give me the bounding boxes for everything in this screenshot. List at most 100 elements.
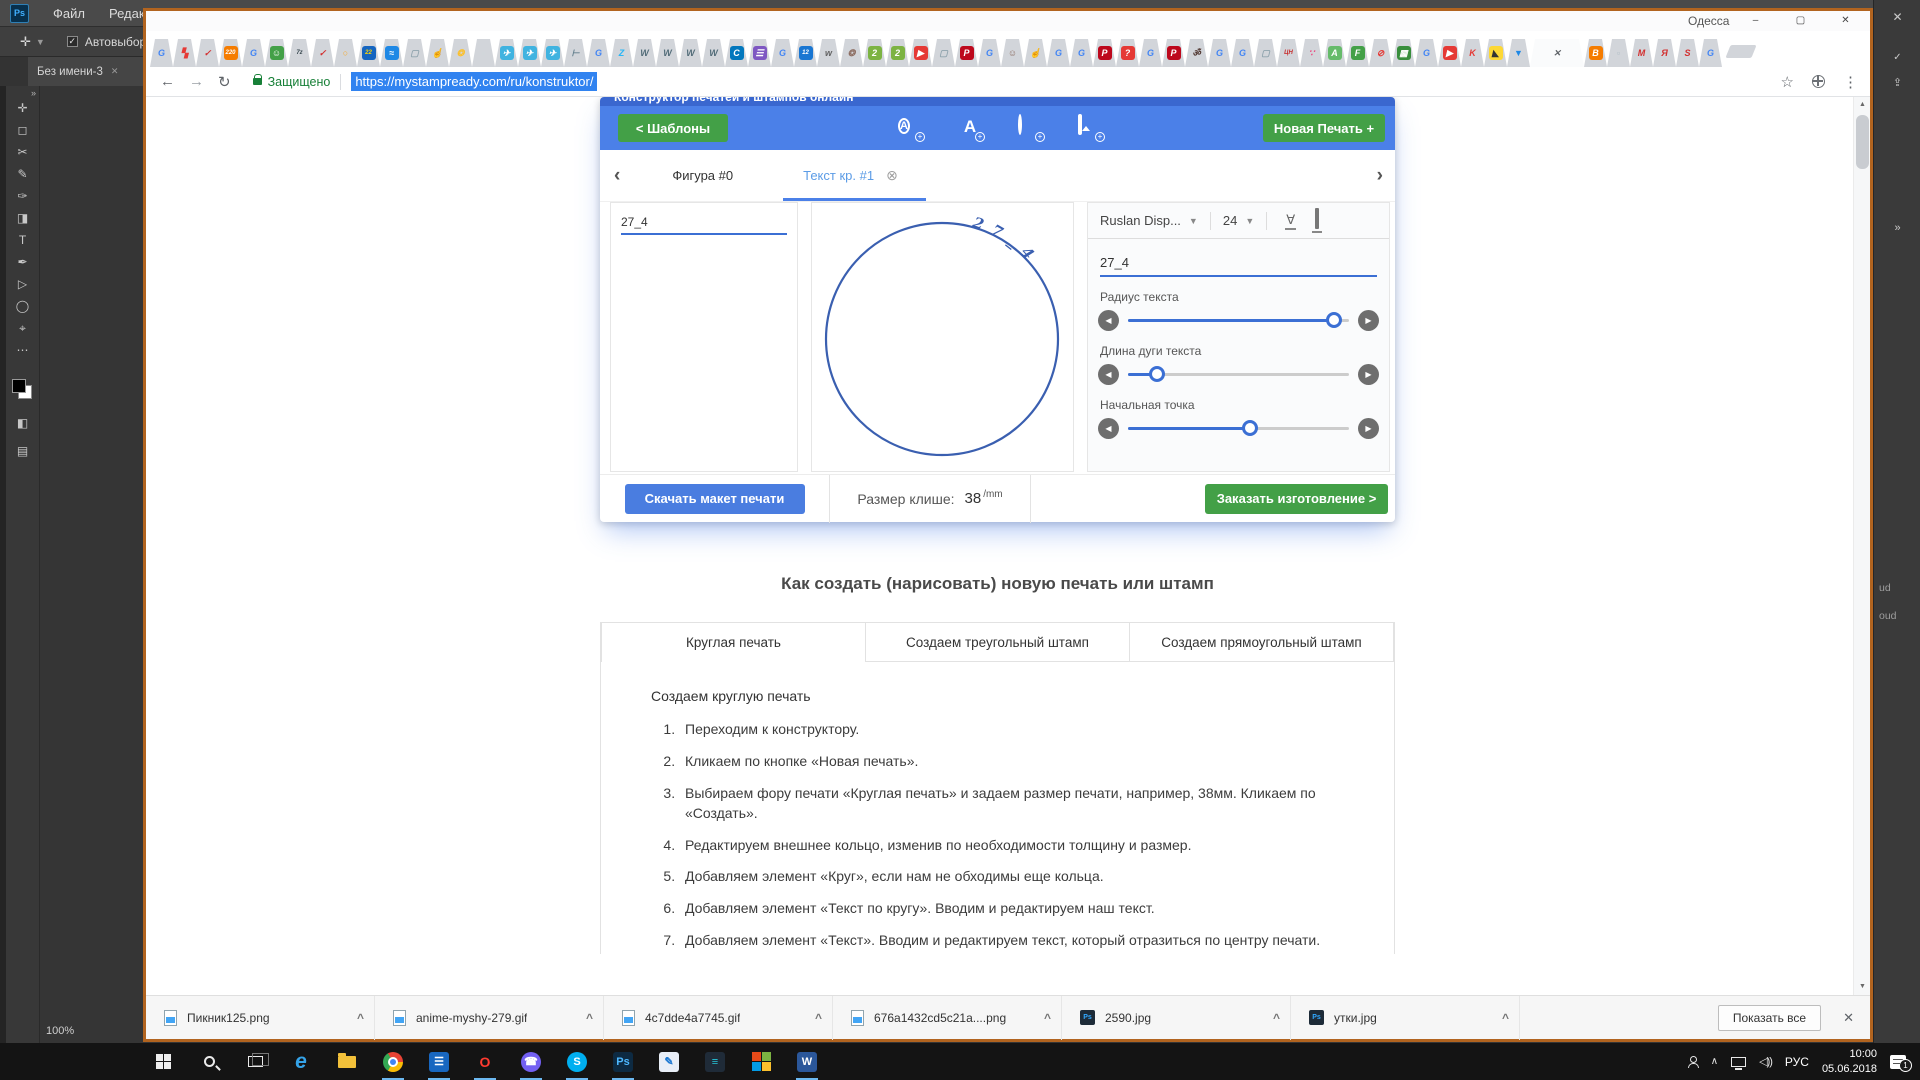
slider-decrease-button[interactable]: ◀ bbox=[1098, 418, 1119, 439]
browser-tab[interactable]: 22 bbox=[357, 39, 380, 67]
browser-tab[interactable]: ✈ bbox=[518, 39, 541, 67]
browser-tab[interactable]: 12 bbox=[794, 39, 817, 67]
browser-tab[interactable]: 2 bbox=[863, 39, 886, 67]
browser-tab[interactable]: ❂ bbox=[449, 39, 472, 67]
color-swatch[interactable] bbox=[11, 378, 35, 402]
browser-tab[interactable]: A bbox=[1323, 39, 1346, 67]
bookmark-star-icon[interactable]: ☆ bbox=[1781, 73, 1794, 91]
slider-track[interactable] bbox=[1128, 373, 1349, 376]
hidden-icons-chevron[interactable]: ∧ bbox=[1711, 1056, 1718, 1067]
browser-tab[interactable]: ▫ bbox=[472, 39, 495, 67]
browser-tab[interactable]: ✓ bbox=[311, 39, 334, 67]
browser-tab[interactable]: w bbox=[817, 39, 840, 67]
browser-tab[interactable]: W bbox=[633, 39, 656, 67]
ps-tool-icon[interactable]: ✒ bbox=[17, 256, 27, 268]
autoselect-checkbox[interactable]: ✓ bbox=[67, 36, 78, 47]
slider-track[interactable] bbox=[1128, 427, 1349, 430]
taskbar-office-icon[interactable] bbox=[738, 1043, 784, 1080]
browser-tab[interactable]: P bbox=[1162, 39, 1185, 67]
browser-tab[interactable]: М bbox=[1630, 39, 1653, 67]
close-button[interactable]: ✕ bbox=[1823, 11, 1868, 31]
add-circle-icon[interactable]: + bbox=[1018, 116, 1042, 140]
browser-tab[interactable]: G bbox=[1070, 39, 1093, 67]
download-menu-chevron[interactable]: ^ bbox=[1502, 1011, 1509, 1025]
browser-tab[interactable]: K bbox=[1461, 39, 1484, 67]
browser-tab[interactable]: ▢ bbox=[1254, 39, 1277, 67]
scroll-up-icon[interactable]: ▲ bbox=[1854, 97, 1870, 113]
download-menu-chevron[interactable]: ^ bbox=[815, 1011, 822, 1025]
browser-tab[interactable]: G bbox=[1415, 39, 1438, 67]
browser-tab[interactable]: ✓ bbox=[196, 39, 219, 67]
chevron-down-icon[interactable]: ▼ bbox=[1245, 216, 1254, 226]
download-item[interactable]: Ps2590.jpg^ bbox=[1062, 996, 1291, 1040]
ps-tool-icon[interactable]: ⋯ bbox=[17, 344, 29, 356]
taskbar-paint-icon[interactable]: ✎ bbox=[646, 1043, 692, 1080]
font-size-select[interactable]: 24 bbox=[1223, 213, 1237, 228]
browser-tab[interactable]: ▫ bbox=[1607, 39, 1630, 67]
browser-tab[interactable]: ☝ bbox=[426, 39, 449, 67]
taskbar-dev-app-icon[interactable]: ≡ bbox=[692, 1043, 738, 1080]
howto-tab[interactable]: Круглая печать bbox=[601, 622, 866, 662]
ps-tool-icon[interactable]: ✛ bbox=[17, 102, 27, 114]
browser-tab[interactable]: ☺ bbox=[1001, 39, 1024, 67]
taskbar-opera-icon[interactable]: O bbox=[462, 1043, 508, 1080]
taskbar-onenote-icon[interactable]: ☰ bbox=[416, 1043, 462, 1080]
add-image-icon[interactable]: + bbox=[1078, 116, 1102, 140]
taskbar-start-icon[interactable] bbox=[140, 1043, 186, 1080]
howto-tab[interactable]: Создаем прямоугольный штамп bbox=[1130, 622, 1394, 662]
add-circular-text-icon[interactable]: A+ bbox=[898, 116, 922, 140]
browser-tab[interactable]: ✈ bbox=[541, 39, 564, 67]
collapse-panel-icon[interactable]: » bbox=[1874, 222, 1920, 234]
browser-tab[interactable]: ⊢ bbox=[564, 39, 587, 67]
slider-increase-button[interactable]: ▶ bbox=[1358, 418, 1379, 439]
slider-thumb[interactable] bbox=[1326, 312, 1342, 328]
slider-decrease-button[interactable]: ◀ bbox=[1098, 364, 1119, 385]
tab-figure[interactable]: Фигура #0 bbox=[672, 168, 733, 183]
close-shelf-icon[interactable]: ✕ bbox=[1843, 1010, 1854, 1026]
url-input[interactable]: https://mystampready.com/ru/konstruktor/ bbox=[351, 72, 597, 91]
minimize-button[interactable]: – bbox=[1733, 11, 1778, 31]
slider[interactable]: ◀▶ bbox=[1098, 309, 1379, 331]
reload-icon[interactable]: ↻ bbox=[218, 73, 231, 91]
close-icon[interactable]: ✕ bbox=[111, 66, 119, 77]
slider[interactable]: ◀▶ bbox=[1098, 417, 1379, 439]
stamp-text-input[interactable]: 27_4 bbox=[621, 215, 787, 235]
slider-thumb[interactable] bbox=[1242, 420, 1258, 436]
people-icon[interactable] bbox=[1688, 1056, 1698, 1068]
ps-tool-icon[interactable]: ◨ bbox=[17, 212, 28, 224]
browser-tab[interactable]: 2 bbox=[886, 39, 909, 67]
browser-tab[interactable]: ❂ bbox=[840, 39, 863, 67]
volume-icon[interactable]: ◁)) bbox=[1759, 1055, 1772, 1068]
layers-icon[interactable]: ▤ bbox=[6, 444, 39, 458]
browser-tab[interactable]: ○ bbox=[334, 39, 357, 67]
action-center-icon[interactable]: 1 bbox=[1890, 1055, 1906, 1069]
share-icon[interactable]: ⇪ bbox=[1874, 76, 1920, 89]
tab-close-icon[interactable]: ⊗ bbox=[886, 167, 898, 184]
browser-tab[interactable]: ॐ bbox=[1185, 39, 1208, 67]
browser-tab[interactable]: P bbox=[1093, 39, 1116, 67]
browser-tab[interactable]: W bbox=[656, 39, 679, 67]
templates-button[interactable]: < Шаблоны bbox=[618, 114, 728, 142]
stamp-preview[interactable]: 27_4 bbox=[812, 203, 1073, 471]
download-item[interactable]: anime-myshy-279.gif^ bbox=[375, 996, 604, 1040]
browser-tab[interactable]: ◣ bbox=[1484, 39, 1507, 67]
browser-tab[interactable]: ▶ bbox=[909, 39, 932, 67]
download-item[interactable]: Psутки.jpg^ bbox=[1291, 996, 1520, 1040]
slider-decrease-button[interactable]: ◀ bbox=[1098, 310, 1119, 331]
download-item[interactable]: 4c7dde4a7745.gif^ bbox=[604, 996, 833, 1040]
ps-tool-icon[interactable]: ▷ bbox=[18, 278, 27, 290]
browser-tab[interactable]: Я bbox=[1653, 39, 1676, 67]
browser-menu-icon[interactable]: ⋮ bbox=[1843, 73, 1858, 91]
taskbar-task-view-icon[interactable] bbox=[232, 1043, 278, 1080]
font-select[interactable]: Ruslan Disp... bbox=[1100, 213, 1181, 228]
browser-tab[interactable]: G bbox=[242, 39, 265, 67]
text-color-icon[interactable]: ∀ bbox=[1285, 212, 1296, 230]
browser-tab[interactable]: ≈ bbox=[380, 39, 403, 67]
browser-tab[interactable]: ▶ bbox=[1438, 39, 1461, 67]
browser-tab[interactable]: G bbox=[978, 39, 1001, 67]
browser-tab[interactable]: ▚ bbox=[173, 39, 196, 67]
fill-color-icon[interactable] bbox=[1312, 208, 1322, 233]
browser-tab[interactable]: G bbox=[1139, 39, 1162, 67]
ps-tool-icon[interactable]: ⌖ bbox=[19, 322, 26, 334]
ps-tool-icon[interactable]: ◯ bbox=[16, 300, 29, 312]
